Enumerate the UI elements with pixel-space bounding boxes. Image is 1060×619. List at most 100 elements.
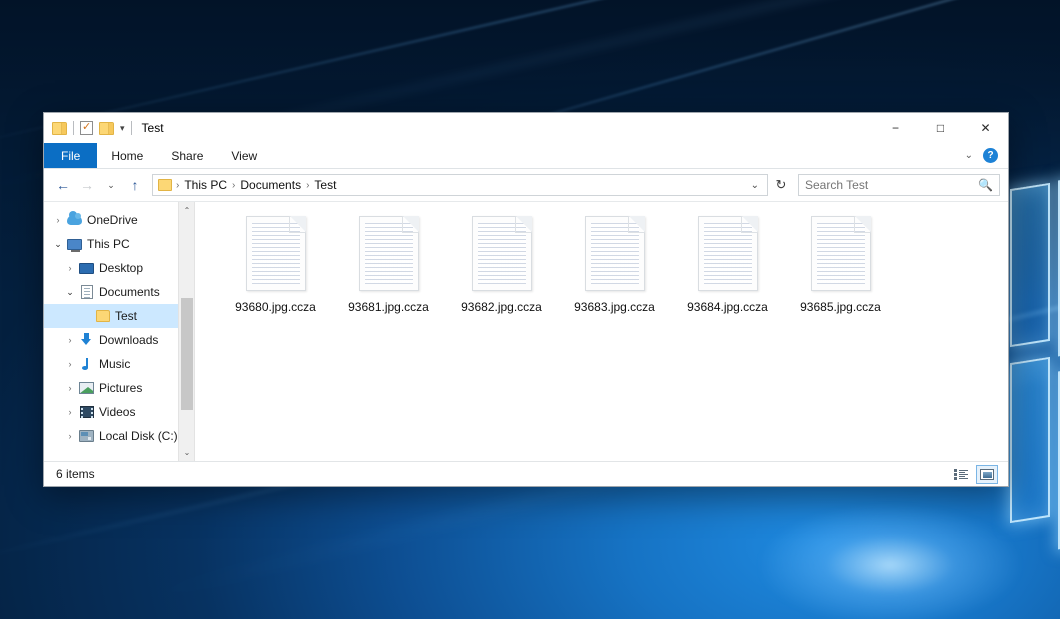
chevron-right-icon[interactable]: › xyxy=(62,359,78,369)
file-item[interactable]: 93681.jpg.ccza xyxy=(332,214,445,334)
item-count-label: 6 items xyxy=(56,467,95,481)
new-folder-icon[interactable] xyxy=(99,122,114,135)
scrollbar-thumb[interactable] xyxy=(181,298,193,410)
sidebar-item-desktop[interactable]: › Desktop xyxy=(44,256,194,280)
documents-icon xyxy=(78,285,95,299)
breadcrumb-separator: › xyxy=(230,180,237,191)
sidebar-item-label: OneDrive xyxy=(83,213,138,227)
sidebar-item-onedrive[interactable]: › OneDrive xyxy=(44,208,194,232)
file-name: 93681.jpg.ccza xyxy=(348,300,429,314)
title-bar: ▾ Test − □ ✕ xyxy=(44,113,1008,143)
chevron-down-icon[interactable]: ⌄ xyxy=(745,180,765,191)
breadcrumb-item-documents[interactable]: Documents xyxy=(237,178,304,192)
toolbar-divider xyxy=(73,121,74,135)
sidebar-item-label: Pictures xyxy=(95,381,142,395)
up-button[interactable]: ↑ xyxy=(124,174,146,196)
sidebar-item-label: Documents xyxy=(95,285,160,299)
maximize-button[interactable]: □ xyxy=(918,113,963,143)
sidebar-item-documents[interactable]: ⌄ Documents xyxy=(44,280,194,304)
search-icon[interactable]: 🔍 xyxy=(978,178,993,192)
file-name: 93683.jpg.ccza xyxy=(574,300,655,314)
file-item[interactable]: 93685.jpg.ccza xyxy=(784,214,897,334)
unknown-file-icon xyxy=(585,216,645,291)
folder-icon[interactable] xyxy=(52,122,67,135)
close-button[interactable]: ✕ xyxy=(963,113,1008,143)
chevron-down-icon[interactable]: ▾ xyxy=(120,124,125,133)
toolbar-divider xyxy=(131,121,132,135)
properties-checkbox-icon[interactable] xyxy=(80,121,93,135)
breadcrumb-item-this-pc[interactable]: This PC xyxy=(181,178,230,192)
tab-file[interactable]: File xyxy=(44,143,97,168)
file-name: 93682.jpg.ccza xyxy=(461,300,542,314)
desktop-icon xyxy=(78,263,95,274)
chevron-right-icon[interactable]: › xyxy=(62,431,78,441)
chevron-down-icon[interactable]: ⌄ xyxy=(965,150,973,161)
sidebar-item-label: Test xyxy=(111,309,137,323)
breadcrumb-separator: › xyxy=(304,180,311,191)
large-icons-view-button[interactable] xyxy=(976,465,998,484)
refresh-button[interactable]: ↻ xyxy=(770,174,792,196)
chevron-right-icon[interactable]: › xyxy=(62,335,78,345)
cloud-icon xyxy=(66,215,83,225)
sidebar-item-test[interactable]: Test xyxy=(44,304,194,328)
folder-icon xyxy=(94,310,111,322)
file-explorer-window: ▾ Test − □ ✕ File Home Share View ⌄ ? ← … xyxy=(43,112,1009,487)
sidebar-item-pictures[interactable]: › Pictures xyxy=(44,376,194,400)
file-item[interactable]: 93682.jpg.ccza xyxy=(445,214,558,334)
breadcrumb-tail: ⌄ xyxy=(745,180,765,191)
file-item[interactable]: 93684.jpg.ccza xyxy=(671,214,784,334)
scroll-down-icon[interactable]: ⌄ xyxy=(179,444,194,461)
downloads-icon xyxy=(78,333,95,347)
search-box[interactable]: 🔍 xyxy=(798,174,1000,196)
details-view-icon xyxy=(954,469,969,480)
back-button[interactable]: ← xyxy=(52,174,74,196)
chevron-down-icon[interactable]: ⌄ xyxy=(62,287,78,298)
sidebar-item-local-disk-c[interactable]: › Local Disk (C:) xyxy=(44,424,194,448)
music-icon xyxy=(78,357,95,371)
breadcrumb-item-test[interactable]: Test xyxy=(311,178,339,192)
chevron-down-icon[interactable]: ⌄ xyxy=(50,239,66,250)
sidebar-item-label: Music xyxy=(95,357,130,371)
sidebar-item-label: Videos xyxy=(95,405,135,419)
file-list[interactable]: 93680.jpg.ccza 93681.jpg.ccza 93682.jpg.… xyxy=(195,202,1008,461)
tab-share[interactable]: Share xyxy=(157,143,217,168)
sidebar-item-music[interactable]: › Music xyxy=(44,352,194,376)
status-bar: 6 items xyxy=(44,461,1008,486)
forward-button: → xyxy=(76,174,98,196)
unknown-file-icon xyxy=(246,216,306,291)
breadcrumb[interactable]: › This PC › Documents › Test ⌄ xyxy=(152,174,768,196)
chevron-right-icon[interactable]: › xyxy=(62,263,78,273)
pictures-icon xyxy=(78,382,95,394)
windows-logo-pane xyxy=(1010,357,1050,523)
sidebar-scrollbar[interactable]: ⌃ ⌄ xyxy=(178,202,194,461)
file-name: 93680.jpg.ccza xyxy=(235,300,316,314)
chevron-right-icon[interactable]: › xyxy=(50,215,66,225)
recent-locations-icon[interactable]: ⌄ xyxy=(100,174,122,196)
help-icon[interactable]: ? xyxy=(983,148,998,163)
unknown-file-icon xyxy=(698,216,758,291)
chevron-right-icon[interactable]: › xyxy=(62,407,78,417)
file-item[interactable]: 93683.jpg.ccza xyxy=(558,214,671,334)
tab-home[interactable]: Home xyxy=(97,143,157,168)
quick-access-toolbar: ▾ xyxy=(52,121,132,135)
window-title: Test xyxy=(142,121,164,135)
tab-view[interactable]: View xyxy=(217,143,271,168)
sidebar-item-videos[interactable]: › Videos xyxy=(44,400,194,424)
sidebar-item-this-pc[interactable]: ⌄ This PC xyxy=(44,232,194,256)
unknown-file-icon xyxy=(359,216,419,291)
file-name: 93685.jpg.ccza xyxy=(800,300,881,314)
windows-logo-pane xyxy=(1010,183,1050,347)
ribbon-tab-actions: ⌄ ? xyxy=(965,143,1008,168)
details-view-button[interactable] xyxy=(950,465,972,484)
chevron-right-icon[interactable]: › xyxy=(62,383,78,393)
disk-icon xyxy=(78,430,95,442)
scroll-up-icon[interactable]: ⌃ xyxy=(179,202,194,219)
minimize-button[interactable]: − xyxy=(873,113,918,143)
sidebar-item-label: This PC xyxy=(83,237,130,251)
view-mode-buttons xyxy=(950,465,1008,484)
file-item[interactable]: 93680.jpg.ccza xyxy=(219,214,332,334)
unknown-file-icon xyxy=(472,216,532,291)
sidebar-item-downloads[interactable]: › Downloads xyxy=(44,328,194,352)
search-input[interactable] xyxy=(805,178,978,192)
desktop: ▾ Test − □ ✕ File Home Share View ⌄ ? ← … xyxy=(0,0,1060,619)
